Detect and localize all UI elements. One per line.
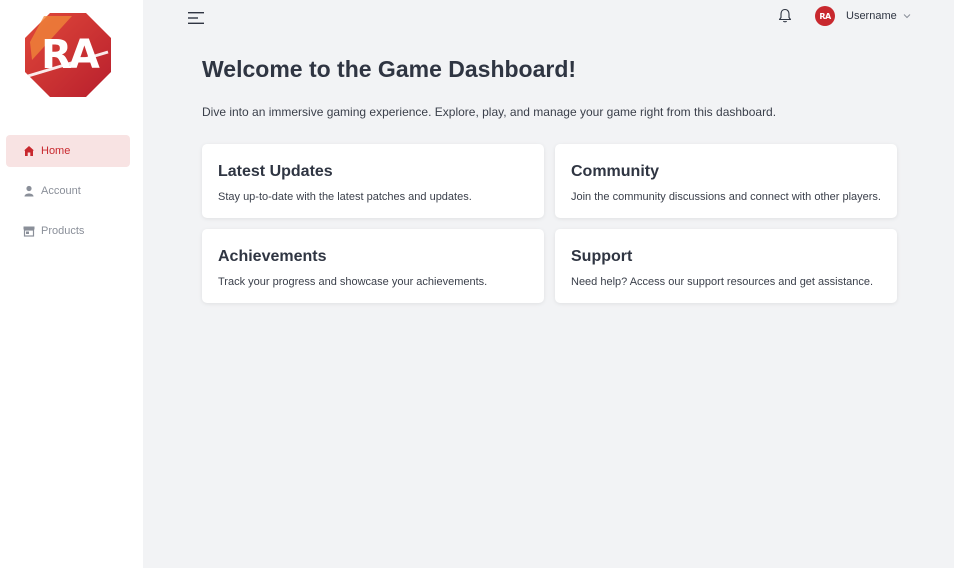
card-title: Achievements bbox=[218, 248, 327, 265]
user-icon bbox=[23, 185, 35, 197]
page-title: Welcome to the Game Dashboard! bbox=[202, 56, 577, 82]
home-icon bbox=[23, 145, 35, 157]
sidebar-item-label: Account bbox=[41, 185, 81, 197]
card-community[interactable]: Community Join the community discussions… bbox=[555, 144, 897, 218]
card-text: Stay up-to-date with the latest patches … bbox=[218, 191, 472, 203]
sidebar-item-account[interactable]: Account bbox=[6, 175, 130, 207]
avatar: RA bbox=[815, 6, 835, 26]
sidebar-item-label: Products bbox=[41, 225, 85, 237]
chevron-down-icon bbox=[903, 12, 911, 20]
card-text: Join the community discussions and conne… bbox=[571, 191, 881, 203]
card-achievements[interactable]: Achievements Track your progress and sho… bbox=[202, 229, 544, 303]
sidebar-item-products[interactable]: Products bbox=[6, 215, 130, 247]
sidebar-nav: Home Account Products bbox=[6, 135, 130, 255]
sidebar-item-home[interactable]: Home bbox=[6, 135, 130, 167]
menu-icon[interactable] bbox=[188, 11, 204, 24]
card-text: Track your progress and showcase your ac… bbox=[218, 276, 488, 288]
card-title: Support bbox=[571, 248, 633, 265]
logo-text: RA bbox=[41, 32, 100, 78]
page-subtitle: Dive into an immersive gaming experience… bbox=[202, 105, 777, 119]
store-icon bbox=[23, 225, 35, 237]
sidebar: RA Home Account Products bbox=[0, 0, 143, 568]
ra-logo[interactable]: RA bbox=[24, 12, 112, 98]
card-support[interactable]: Support Need help? Access our support re… bbox=[555, 229, 897, 303]
card-title: Latest Updates bbox=[218, 163, 333, 180]
sidebar-item-label: Home bbox=[41, 145, 71, 157]
bell-icon[interactable] bbox=[778, 8, 792, 23]
card-text: Need help? Access our support resources … bbox=[571, 276, 874, 288]
user-menu[interactable]: RA Username bbox=[815, 6, 911, 26]
username-label: Username bbox=[846, 10, 897, 22]
card-latest-updates[interactable]: Latest Updates Stay up-to-date with the … bbox=[202, 144, 544, 218]
card-title: Community bbox=[571, 163, 659, 180]
